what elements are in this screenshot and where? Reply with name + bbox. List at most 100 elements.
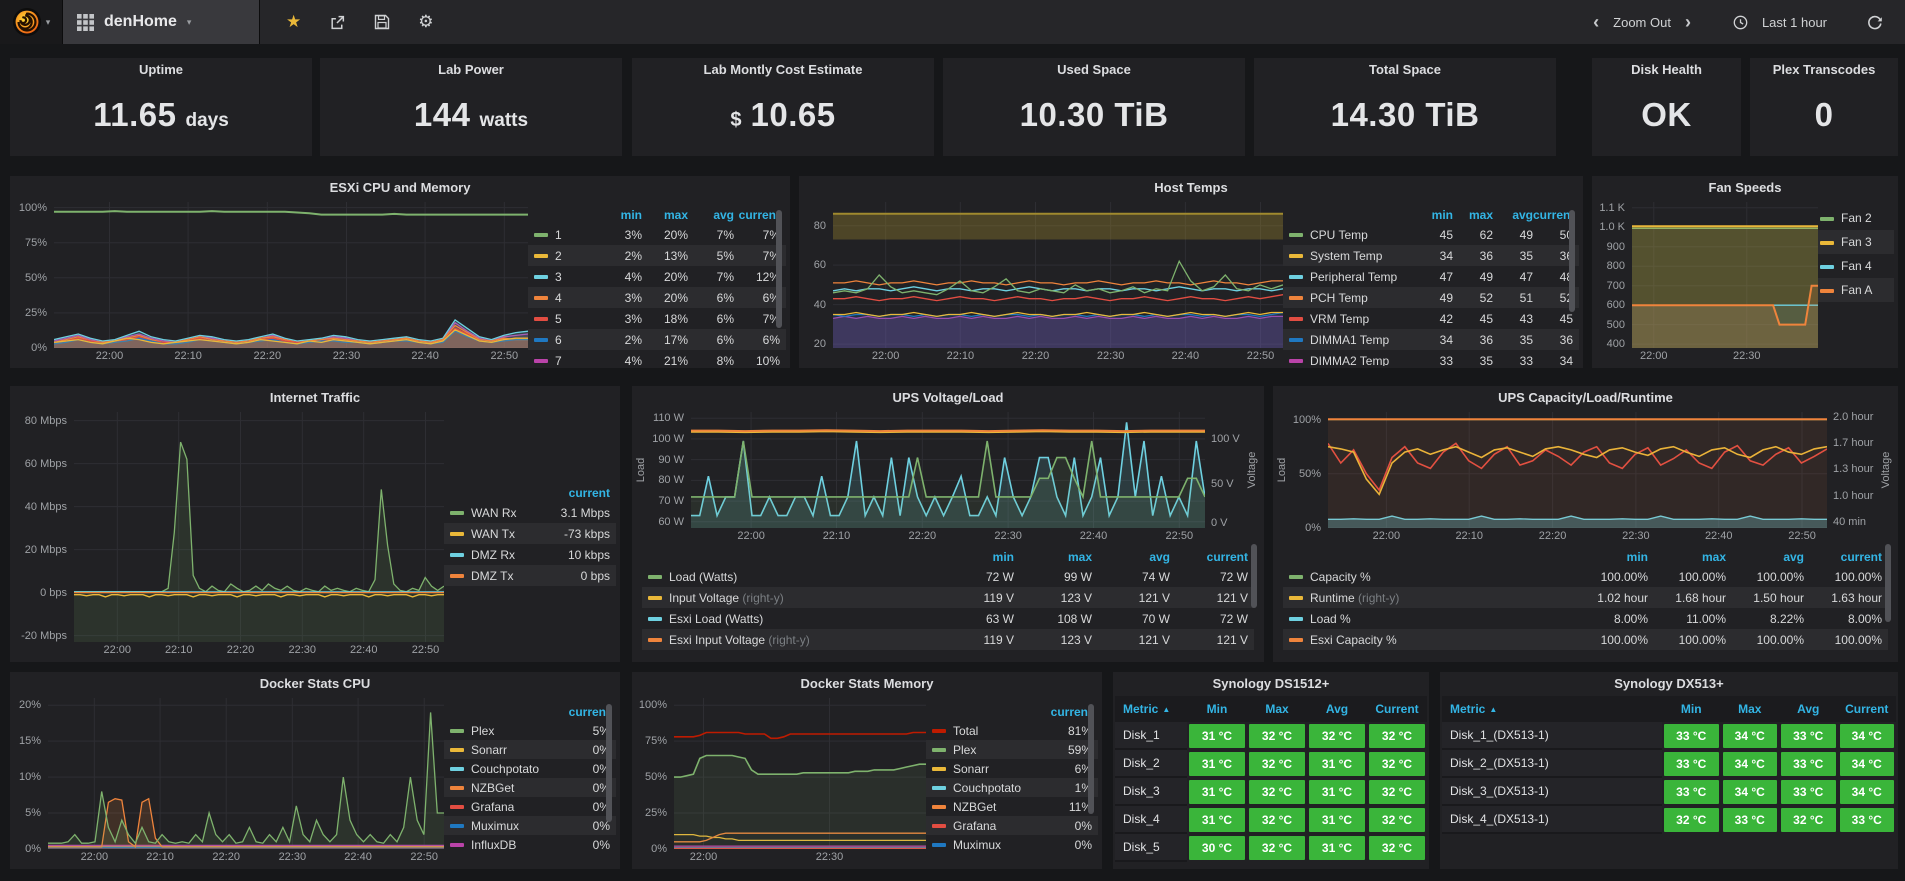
- legend-item[interactable]: PCH Temp 49 52 51 52: [1283, 287, 1579, 308]
- grafana-menu-button[interactable]: ▾: [0, 0, 63, 44]
- plot-area[interactable]: [691, 412, 1205, 528]
- legend-item[interactable]: Sonarr 6%: [926, 759, 1098, 778]
- legend-item[interactable]: 5 3% 18% 6% 7%: [528, 308, 786, 329]
- plot-area[interactable]: [54, 202, 528, 348]
- plot-area[interactable]: [674, 698, 926, 849]
- time-forward-chevron-icon[interactable]: ›: [1685, 13, 1691, 31]
- legend-item[interactable]: VRM Temp 42 45 43 45: [1283, 308, 1579, 329]
- legend[interactable]: current WAN Rx 3.1 Mbps WAN Tx -73 kbps DMZ R…: [444, 412, 616, 660]
- legend-item[interactable]: 6 2% 17% 6% 6%: [528, 329, 786, 350]
- legend-item[interactable]: Plex 5%: [444, 721, 616, 740]
- legend-item[interactable]: InfluxDB 0%: [444, 835, 616, 854]
- legend[interactable]: current Plex 5% Sonarr 0% Couchpotato 0% NZBGet…: [444, 698, 616, 867]
- legend-item[interactable]: 1 3% 20% 7% 7%: [528, 224, 786, 245]
- panel-title[interactable]: Lab Power: [320, 58, 622, 82]
- legend-item[interactable]: 4 3% 20% 6% 6%: [528, 287, 786, 308]
- legend-scrollbar[interactable]: [1569, 210, 1575, 312]
- plot-area[interactable]: [74, 412, 444, 642]
- legend-item[interactable]: System Temp 34 36 35 36: [1283, 245, 1579, 266]
- legend-item[interactable]: 7 4% 21% 8% 10%: [528, 350, 786, 366]
- legend-item[interactable]: WAN Rx 3.1 Mbps: [444, 502, 616, 523]
- panel-title[interactable]: UPS Capacity/Load/Runtime: [1273, 386, 1898, 410]
- panel-title[interactable]: ESXi CPU and Memory: [10, 176, 790, 200]
- legend-scrollbar[interactable]: [776, 210, 782, 328]
- panel-title[interactable]: Used Space: [943, 58, 1245, 82]
- legend-item[interactable]: 2 2% 13% 5% 7%: [528, 245, 786, 266]
- legend-item[interactable]: Fan 4: [1818, 254, 1894, 278]
- legend-item[interactable]: Load (Watts) 72 W 99 W 74 W 72 W: [642, 566, 1254, 587]
- legend-item[interactable]: Fan 3: [1818, 230, 1894, 254]
- legend-scrollbar[interactable]: [1885, 544, 1891, 622]
- legend-item[interactable]: Couchpotato 1%: [926, 778, 1098, 797]
- panel-title[interactable]: Disk Health: [1592, 58, 1741, 82]
- share-icon[interactable]: [329, 14, 346, 31]
- legend-item[interactable]: Fan 2: [1818, 206, 1894, 230]
- legend-item[interactable]: Peripheral Temp 47 49 47 48: [1283, 266, 1579, 287]
- legend-item[interactable]: DMZ Rx 10 kbps: [444, 544, 616, 565]
- panel-title[interactable]: Synology DX513+: [1440, 672, 1898, 696]
- legend[interactable]: min max avg current CPU Temp 45 62 49 50 System T…: [1283, 202, 1579, 366]
- disk-temps-table[interactable]: Metric ▲ Min Max Avg Current Disk_1 31 °C 32 °C 3…: [1113, 696, 1429, 869]
- legend-item[interactable]: Esxi Input Voltage (right-y) 119 V 123 V 12…: [642, 629, 1254, 650]
- legend-item[interactable]: Plex 59%: [926, 740, 1098, 759]
- legend[interactable]: min max avg current Load (Watts) 72 W 99 W 74 W…: [632, 546, 1264, 662]
- legend[interactable]: Fan 2 Fan 3 Fan 4 Fan A: [1818, 202, 1894, 366]
- panel-title[interactable]: Host Temps: [799, 176, 1583, 200]
- legend[interactable]: current Total 81% Plex 59% Sonarr 6% Couchpotat…: [926, 698, 1098, 867]
- legend-item[interactable]: CPU Temp 45 62 49 50: [1283, 224, 1579, 245]
- legend-item[interactable]: Grafana 0%: [444, 797, 616, 816]
- legend-item[interactable]: Load % 8.00% 11.00% 8.22% 8.00%: [1283, 608, 1888, 629]
- legend-item[interactable]: NZBGet 0%: [444, 778, 616, 797]
- legend-scrollbar[interactable]: [606, 704, 612, 822]
- navbar-spacer: [460, 0, 1594, 44]
- legend-scrollbar[interactable]: [1251, 544, 1257, 608]
- settings-gear-icon[interactable]: ⚙: [418, 12, 433, 32]
- star-icon[interactable]: ★: [286, 12, 301, 32]
- panel-title[interactable]: Uptime: [10, 58, 312, 82]
- table-header[interactable]: Metric ▲ Min Max Avg Current: [1442, 696, 1896, 722]
- legend-item[interactable]: DMZ Tx 0 bps: [444, 565, 616, 586]
- legend[interactable]: min max avg current 1 3% 20% 7% 7% 2 2% 13% 5% 7% 3 4% 2…: [528, 202, 786, 366]
- panel-title[interactable]: Docker Stats CPU: [10, 672, 620, 696]
- disk-temps-table[interactable]: Metric ▲ Min Max Avg Current Disk_1_(DX513-1) 3…: [1440, 696, 1898, 869]
- table-row: Disk_4_(DX513-1) 32 °C 33 °C 32 °C 33 °C: [1442, 806, 1896, 834]
- legend-item[interactable]: Runtime (right-y) 1.02 hour 1.68 hour 1.50 …: [1283, 587, 1888, 608]
- legend[interactable]: min max avg current Capacity % 100.00% 100.00%…: [1273, 546, 1898, 662]
- plot-area[interactable]: [48, 698, 444, 849]
- time-range-picker[interactable]: Last 1 hour: [1762, 15, 1827, 30]
- legend-item[interactable]: Muximux 0%: [444, 816, 616, 835]
- panel-title[interactable]: Plex Transcodes: [1750, 58, 1898, 82]
- legend-item[interactable]: Esxi Capacity % 100.00% 100.00% 100.00% 100.…: [1283, 629, 1888, 650]
- legend-item[interactable]: Muximux 0%: [926, 835, 1098, 854]
- legend-item[interactable]: DIMMA2 Temp 33 35 33 34: [1283, 350, 1579, 366]
- panel-title[interactable]: Synology DS1512+: [1113, 672, 1429, 696]
- legend-item[interactable]: NZBGet 11%: [926, 797, 1098, 816]
- legend-item[interactable]: Esxi Load (Watts) 63 W 108 W 70 W 72 W: [642, 608, 1254, 629]
- legend-item[interactable]: Input Voltage (right-y) 119 V 123 V 121 V 12…: [642, 587, 1254, 608]
- legend-item[interactable]: Couchpotato 0%: [444, 759, 616, 778]
- panel-title[interactable]: Lab Montly Cost Estimate: [632, 58, 934, 82]
- legend-scrollbar[interactable]: [1088, 704, 1094, 814]
- plot-area[interactable]: [1328, 412, 1827, 528]
- legend-item[interactable]: Total 81%: [926, 721, 1098, 740]
- zoom-out-button[interactable]: Zoom Out: [1613, 15, 1671, 30]
- legend-item[interactable]: Grafana 0%: [926, 816, 1098, 835]
- panel-title[interactable]: Fan Speeds: [1592, 176, 1898, 200]
- dashboard-selector[interactable]: denHome ▾: [63, 0, 260, 44]
- legend-item[interactable]: WAN Tx -73 kbps: [444, 523, 616, 544]
- panel-title[interactable]: Total Space: [1254, 58, 1556, 82]
- panel-title[interactable]: Docker Stats Memory: [632, 672, 1102, 696]
- refresh-icon[interactable]: [1867, 14, 1883, 30]
- legend-item[interactable]: Fan A: [1818, 278, 1894, 302]
- plot-area[interactable]: [833, 202, 1283, 348]
- table-header[interactable]: Metric ▲ Min Max Avg Current: [1115, 696, 1427, 722]
- legend-item[interactable]: Capacity % 100.00% 100.00% 100.00% 100.00%: [1283, 566, 1888, 587]
- panel-title[interactable]: UPS Voltage/Load: [632, 386, 1264, 410]
- legend-item[interactable]: 3 4% 20% 7% 12%: [528, 266, 786, 287]
- save-icon[interactable]: [374, 14, 390, 30]
- legend-item[interactable]: DIMMA1 Temp 34 36 35 36: [1283, 329, 1579, 350]
- time-back-chevron-icon[interactable]: ‹: [1593, 13, 1599, 31]
- legend-item[interactable]: Sonarr 0%: [444, 740, 616, 759]
- panel-title[interactable]: Internet Traffic: [10, 386, 620, 410]
- plot-area[interactable]: [1632, 202, 1818, 348]
